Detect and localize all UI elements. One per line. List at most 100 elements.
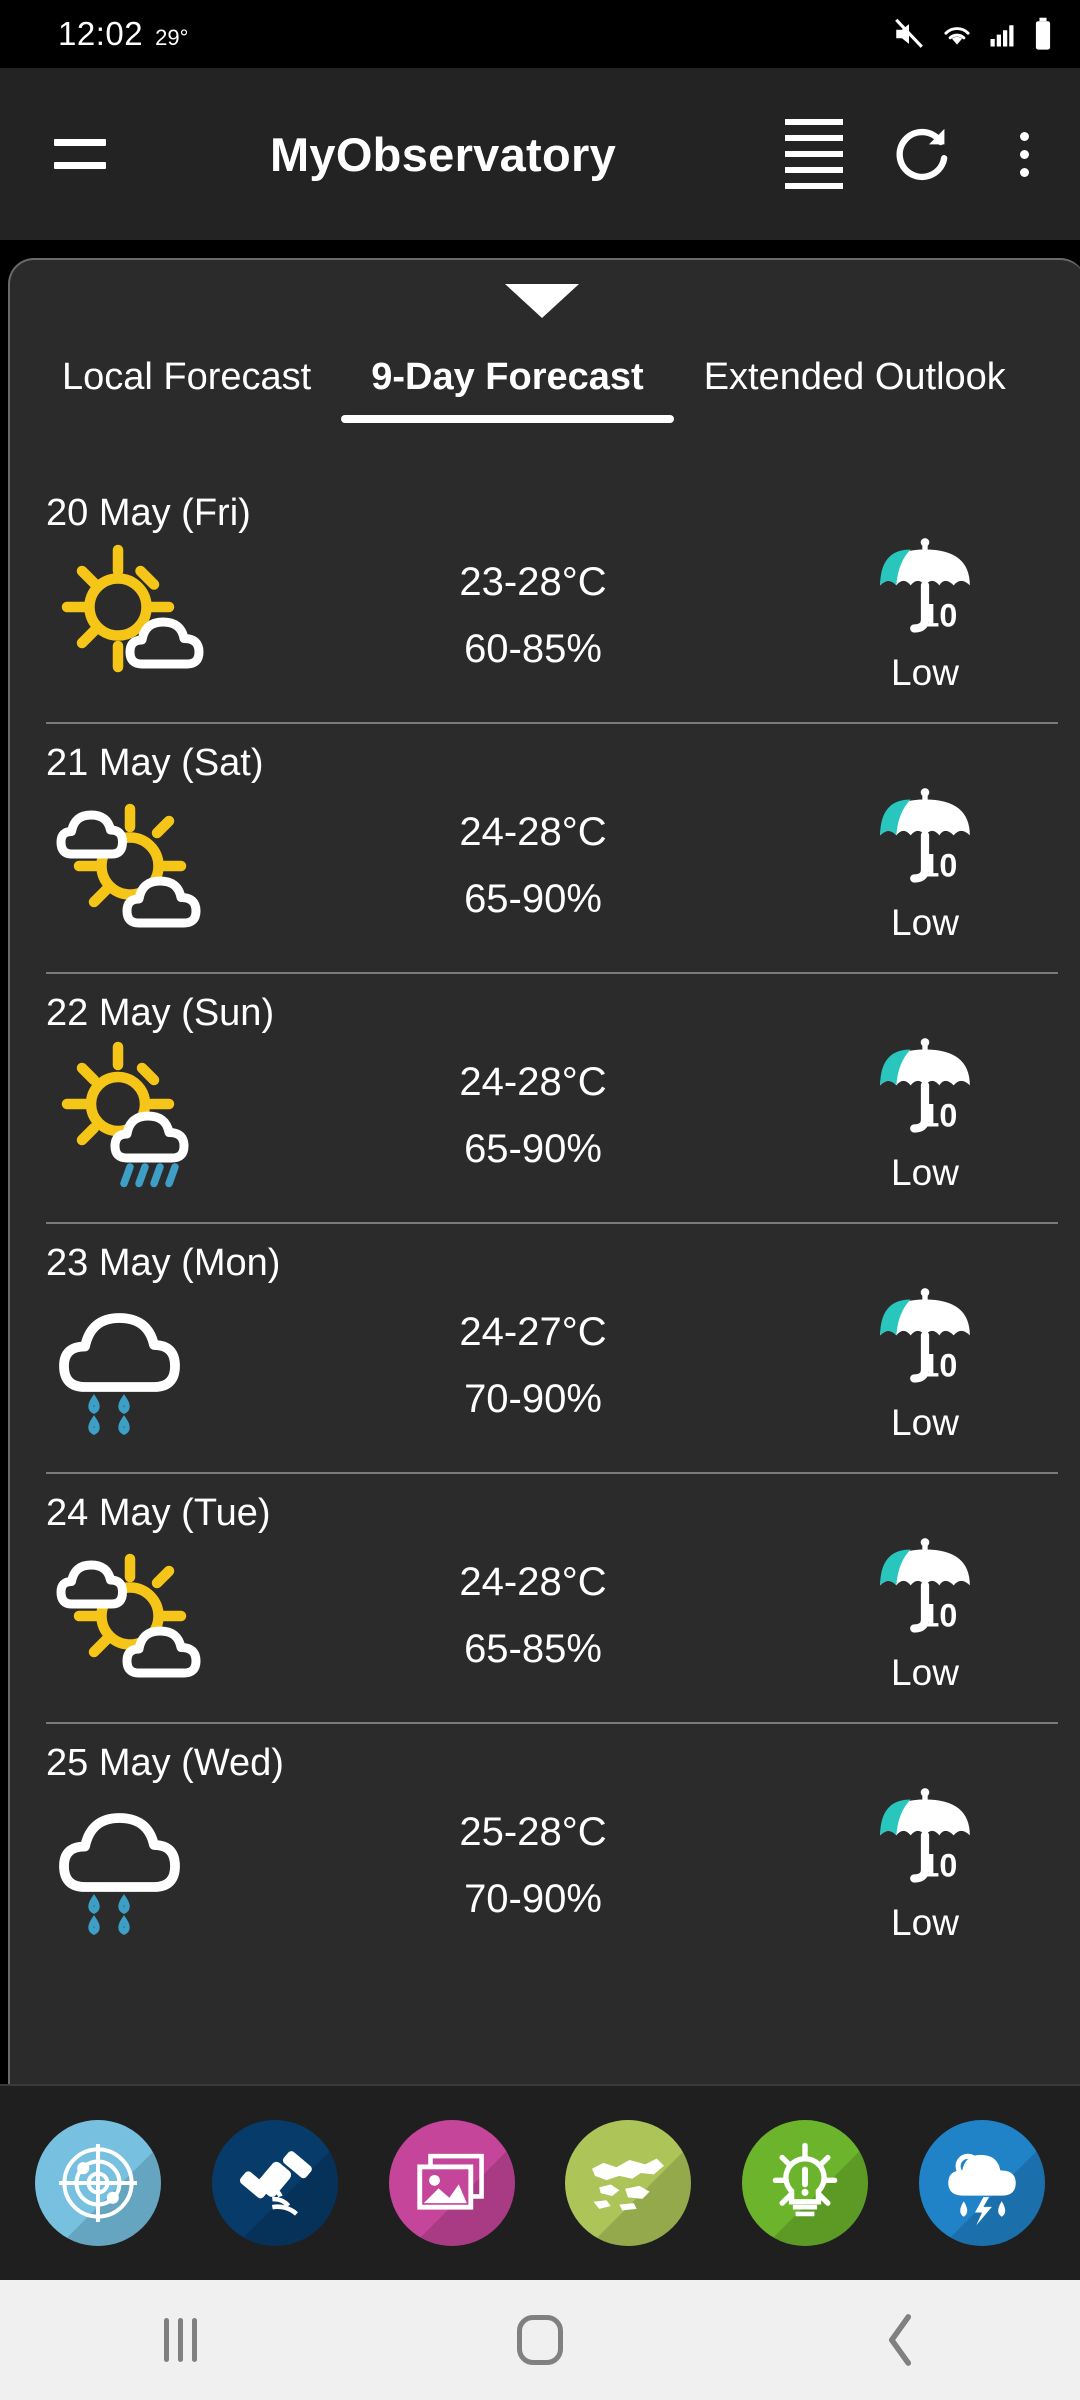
menu-dot — [1019, 149, 1029, 159]
tab-label: Extended Outlook — [703, 356, 1006, 398]
tips-bulb-icon[interactable] — [741, 2120, 868, 2246]
refresh-icon[interactable] — [866, 99, 978, 209]
svg-text:10: 10 — [921, 1348, 957, 1384]
table-row[interactable]: 22 May (Sun) 24-28°C 65-90% 10 Low — [10, 972, 1080, 1222]
regional-map-icon[interactable] — [565, 2120, 692, 2246]
forecast-row-body: 24-28°C 65-85% 10 Low — [46, 1537, 1054, 1694]
satellite-icon[interactable] — [211, 2120, 338, 2246]
forecast-temperature: 24-27°C — [459, 1309, 607, 1354]
svg-text:10: 10 — [921, 1848, 957, 1884]
cellular-signal-icon — [988, 18, 1018, 50]
wifi-icon — [940, 17, 974, 51]
panel-drag-handle[interactable] — [10, 260, 1080, 342]
battery-icon — [1032, 17, 1054, 51]
tab-extended-outlook[interactable]: Extended Outlook — [674, 342, 1036, 399]
forecast-humidity: 65-90% — [464, 1126, 602, 1171]
table-row[interactable]: 25 May (Wed) 25-28°C 70-90% 10 Low — [10, 1722, 1080, 1972]
sunny-intervals-icon — [46, 1541, 296, 1691]
forecast-humidity: 70-90% — [464, 1876, 602, 1921]
forecast-row-body: 24-27°C 70-90% 10 Low — [46, 1287, 1054, 1444]
row-divider — [46, 972, 1058, 974]
forecast-values: 24-27°C 70-90% — [266, 1310, 800, 1422]
tab-local-forecast[interactable]: Local Forecast — [32, 342, 341, 399]
uv-level-label: Low — [891, 1402, 959, 1443]
forecast-row-body: 23-28°C 60-85% 10 Low — [46, 537, 1054, 694]
uv-level-label: Low — [891, 1652, 959, 1693]
home-icon[interactable] — [450, 2280, 630, 2400]
forecast-values: 24-28°C 65-90% — [266, 1060, 800, 1172]
forecast-date: 24 May (Tue) — [46, 1492, 271, 1534]
android-nav-bar — [0, 2280, 1080, 2400]
uv-level-label: Low — [891, 1902, 959, 1943]
uv-level-label: Low — [891, 902, 959, 943]
status-bar-left: 12:02 29° — [58, 15, 188, 53]
uv-level-label: Low — [891, 652, 959, 693]
umbrella-icon: 10 — [870, 1787, 980, 1896]
table-row[interactable]: 24 May (Tue) 24-28°C 65-85% 10 Low — [10, 1472, 1080, 1722]
forecast-row-body: 24-28°C 65-90% 10 Low — [46, 1037, 1054, 1194]
status-bar: 12:02 29° — [0, 0, 1080, 68]
list-line — [785, 151, 843, 157]
photos-icon[interactable] — [388, 2120, 515, 2246]
uv-index-block: 10 Low — [800, 1037, 1050, 1194]
umbrella-icon: 10 — [870, 1037, 980, 1146]
menu-dot — [1019, 131, 1029, 141]
tab-9-day-forecast[interactable]: 9-Day Forecast — [341, 342, 674, 423]
tab-label: 9-Day Forecast — [371, 356, 644, 398]
chevron-down-icon[interactable] — [505, 284, 579, 318]
radar-icon[interactable] — [35, 2120, 162, 2246]
forecast-list: 20 May (Fri) 23-28°C 60-85% 10 Low 21 Ma… — [10, 472, 1080, 1972]
cloudy-with-rain-icon — [46, 1791, 296, 1941]
uv-index-block: 10 Low — [800, 1537, 1050, 1694]
forecast-date: 22 May (Sun) — [46, 992, 275, 1034]
sunny-intervals-icon — [46, 791, 296, 941]
table-row[interactable]: 23 May (Mon) 24-27°C 70-90% 10 Low — [10, 1222, 1080, 1472]
row-divider — [46, 722, 1058, 724]
svg-text:10: 10 — [921, 848, 957, 884]
forecast-humidity: 65-85% — [464, 1626, 602, 1671]
svg-text:10: 10 — [921, 598, 957, 634]
recents-bar — [163, 2318, 169, 2362]
list-line — [785, 119, 843, 125]
more-vertical-icon[interactable] — [978, 99, 1070, 209]
uv-index-block: 10 Low — [800, 1787, 1050, 1944]
umbrella-icon: 10 — [870, 1287, 980, 1396]
sunny-periods-icon — [46, 541, 296, 691]
cloudy-with-rain-icon — [46, 1291, 296, 1441]
status-temperature: 29° — [155, 25, 189, 50]
umbrella-icon: 10 — [870, 787, 980, 896]
recents-bar — [177, 2318, 183, 2362]
table-row[interactable]: 20 May (Fri) 23-28°C 60-85% 10 Low — [10, 472, 1080, 722]
forecast-temperature: 23-28°C — [459, 559, 607, 604]
list-lines-icon[interactable] — [762, 99, 866, 209]
forecast-row-body: 24-28°C 65-90% 10 Low — [46, 787, 1054, 944]
app-title: MyObservatory — [269, 127, 617, 181]
tab-bar: Local Forecast 9-Day Forecast Extended O… — [10, 342, 1080, 472]
menu-dot — [1019, 167, 1029, 177]
forecast-temperature: 24-28°C — [459, 809, 607, 854]
rainstorm-icon[interactable] — [918, 2120, 1045, 2246]
forecast-panel: Local Forecast 9-Day Forecast Extended O… — [8, 258, 1080, 2084]
hamburger-menu-icon[interactable] — [28, 99, 132, 209]
forecast-humidity: 65-90% — [464, 876, 602, 921]
umbrella-icon: 10 — [870, 1537, 980, 1646]
phone-screen: 12:02 29° MyObservatory Local Forecast 9… — [0, 0, 1080, 2400]
uv-index-block: 10 Low — [800, 787, 1050, 944]
list-line — [785, 183, 843, 189]
forecast-date: 23 May (Mon) — [46, 1242, 281, 1284]
tab-active-indicator — [341, 415, 674, 423]
forecast-values: 25-28°C 70-90% — [266, 1810, 800, 1922]
forecast-humidity: 70-90% — [464, 1376, 602, 1421]
forecast-humidity: 60-85% — [464, 626, 602, 671]
uv-index-block: 10 Low — [800, 1287, 1050, 1444]
forecast-date: 25 May (Wed) — [46, 1742, 284, 1784]
mute-icon — [892, 17, 926, 51]
uv-index-block: 10 Low — [800, 537, 1050, 694]
recents-icon[interactable] — [90, 2280, 270, 2400]
forecast-values: 24-28°C 65-85% — [266, 1560, 800, 1672]
umbrella-icon: 10 — [870, 537, 980, 646]
list-line — [785, 167, 843, 173]
back-icon[interactable] — [810, 2280, 990, 2400]
table-row[interactable]: 21 May (Sat) 24-28°C 65-90% 10 Low — [10, 722, 1080, 972]
row-divider — [46, 1222, 1058, 1224]
